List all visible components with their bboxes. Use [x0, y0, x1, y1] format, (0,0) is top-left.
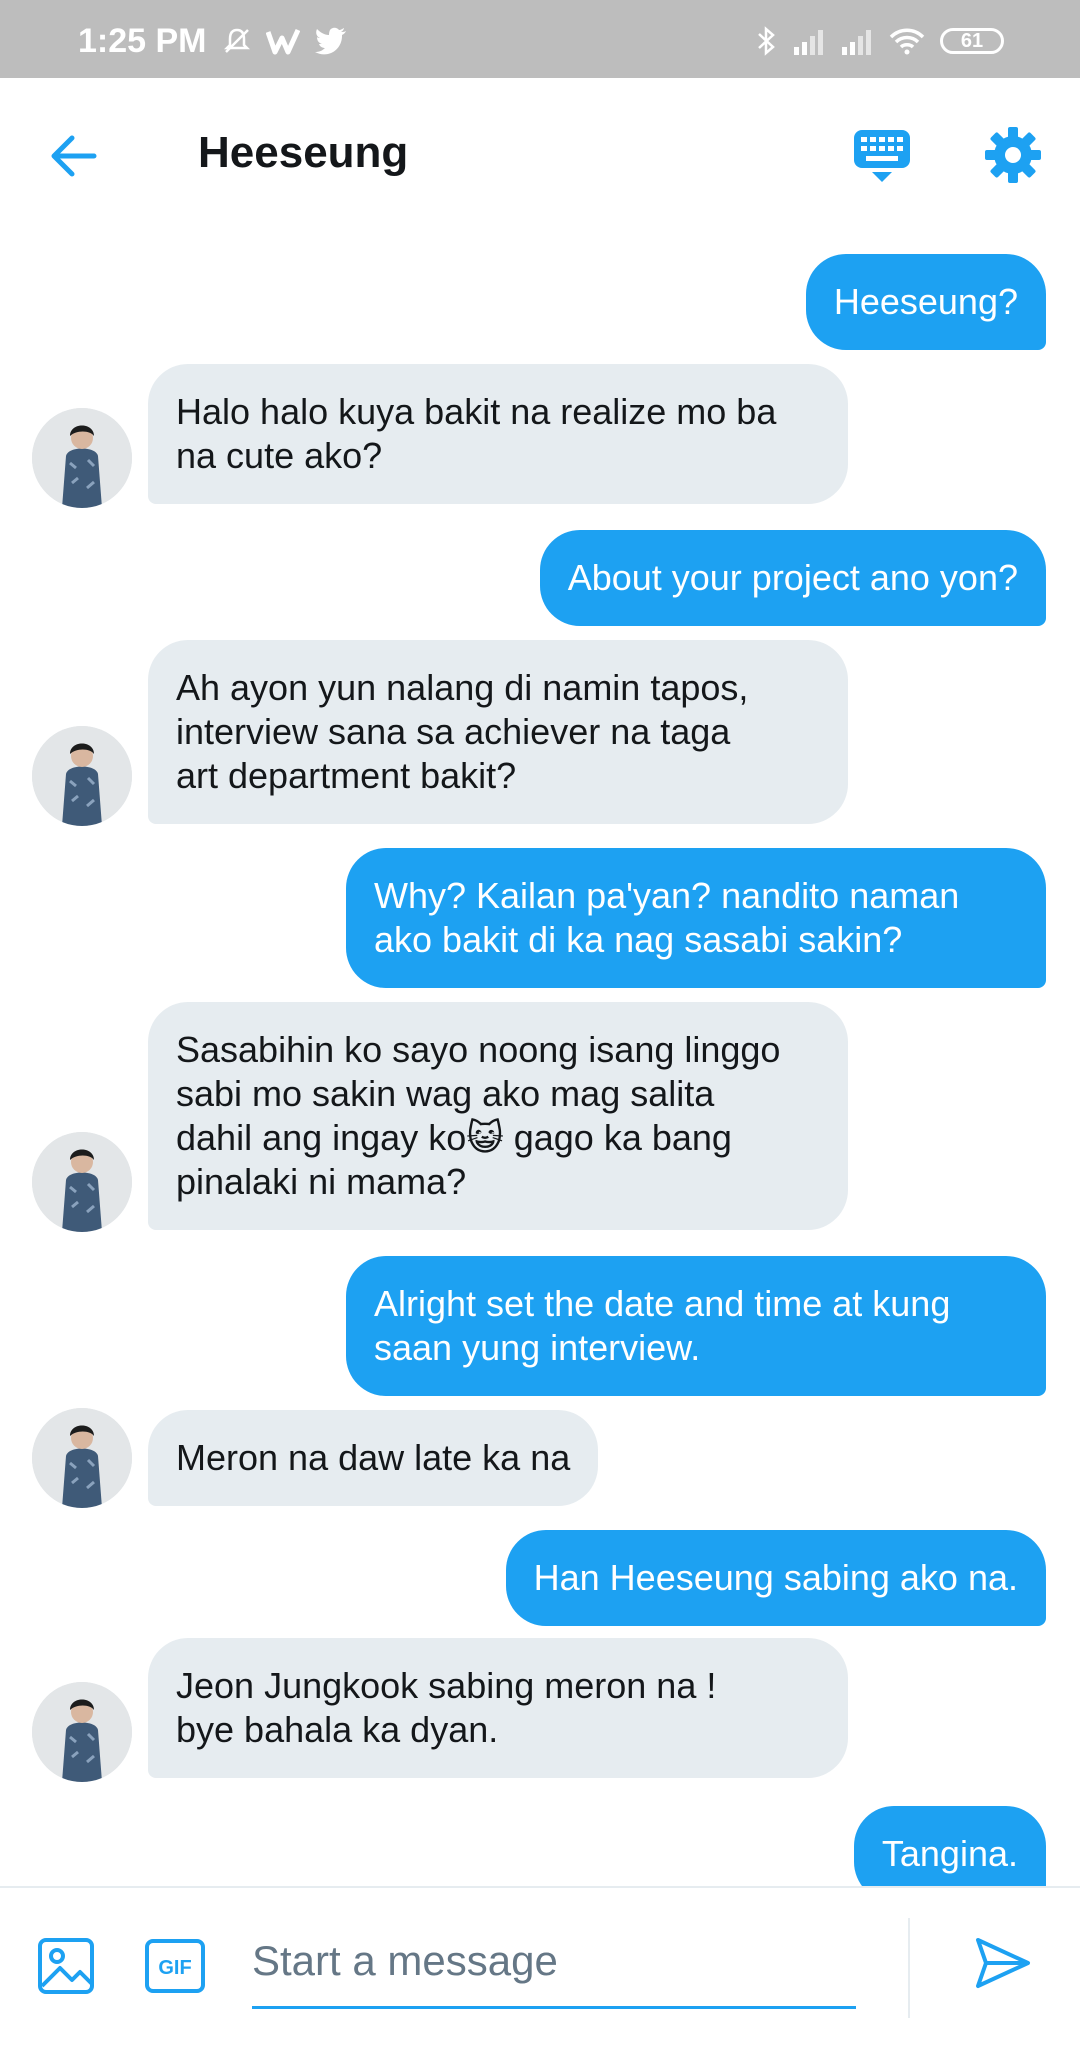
- avatar[interactable]: [32, 726, 132, 826]
- avatar-photo: [32, 1682, 132, 1782]
- status-time: 1:25 PM: [78, 22, 207, 60]
- wattpad-icon: [266, 28, 300, 55]
- message-bubble-sent[interactable]: Tangina.: [853, 1806, 1046, 1886]
- message-bubble-sent[interactable]: Why? Kailan pa'yan? nandito naman ako ba…: [346, 848, 1046, 988]
- avatar[interactable]: [32, 1132, 132, 1232]
- message-bubble-sent[interactable]: Han Heeseung sabing ako na.: [505, 1530, 1046, 1626]
- message-composer: GIF: [0, 1886, 1080, 2056]
- message-bubble-received[interactable]: Halo halo kuya bakit na realize mo ba na…: [148, 364, 848, 504]
- conversation-title: Heeseung: [198, 128, 409, 177]
- avatar[interactable]: [32, 408, 132, 508]
- conversation-header: Heeseung: [0, 78, 1080, 230]
- message-bubble-received[interactable]: Ah ayon yun nalang di namin tapos, inter…: [148, 640, 848, 824]
- avatar-photo: [32, 726, 132, 826]
- gif-icon[interactable]: GIF: [144, 1938, 206, 1994]
- avatar-photo: [32, 408, 132, 508]
- message-list[interactable]: Heeseung? Halo halo kuya bakit na realiz…: [0, 230, 1080, 1886]
- bluetooth-icon: [758, 26, 775, 56]
- avatar[interactable]: [32, 1408, 132, 1508]
- message-input[interactable]: [252, 1916, 856, 2009]
- message-bubble-sent[interactable]: About your project ano yon?: [539, 530, 1046, 626]
- composer-divider: [908, 1918, 910, 2018]
- image-icon[interactable]: [36, 1936, 96, 1996]
- message-bubble-sent[interactable]: Alright set the date and time at kung sa…: [346, 1256, 1046, 1396]
- twitter-icon: [315, 27, 346, 55]
- message-bubble-sent[interactable]: Heeseung?: [805, 254, 1046, 350]
- battery-level: 61: [960, 29, 984, 52]
- avatar[interactable]: [32, 1682, 132, 1782]
- message-bubble-received[interactable]: Sasabihin ko sayo noong isang linggo sab…: [148, 1002, 848, 1230]
- gif-label: GIF: [158, 1957, 191, 1979]
- keyboard-icon[interactable]: [852, 128, 912, 184]
- message-bubble-received[interactable]: Meron na daw late ka na: [148, 1410, 599, 1506]
- message-bubble-received[interactable]: Jeon Jungkook sabing meron na ! bye baha…: [148, 1638, 848, 1778]
- mute-bell-icon: [223, 28, 251, 53]
- avatar-photo: [32, 1132, 132, 1232]
- send-icon[interactable]: [972, 1932, 1034, 1994]
- wifi-icon: [889, 28, 925, 55]
- signal-icon: [842, 30, 871, 55]
- signal-icon: [794, 30, 823, 55]
- status-bar: 1:25 PM 61: [0, 0, 1080, 78]
- battery-icon: 61: [940, 28, 1004, 54]
- back-arrow-icon[interactable]: [48, 130, 100, 182]
- gear-icon[interactable]: [984, 126, 1042, 184]
- avatar-photo: [32, 1408, 132, 1508]
